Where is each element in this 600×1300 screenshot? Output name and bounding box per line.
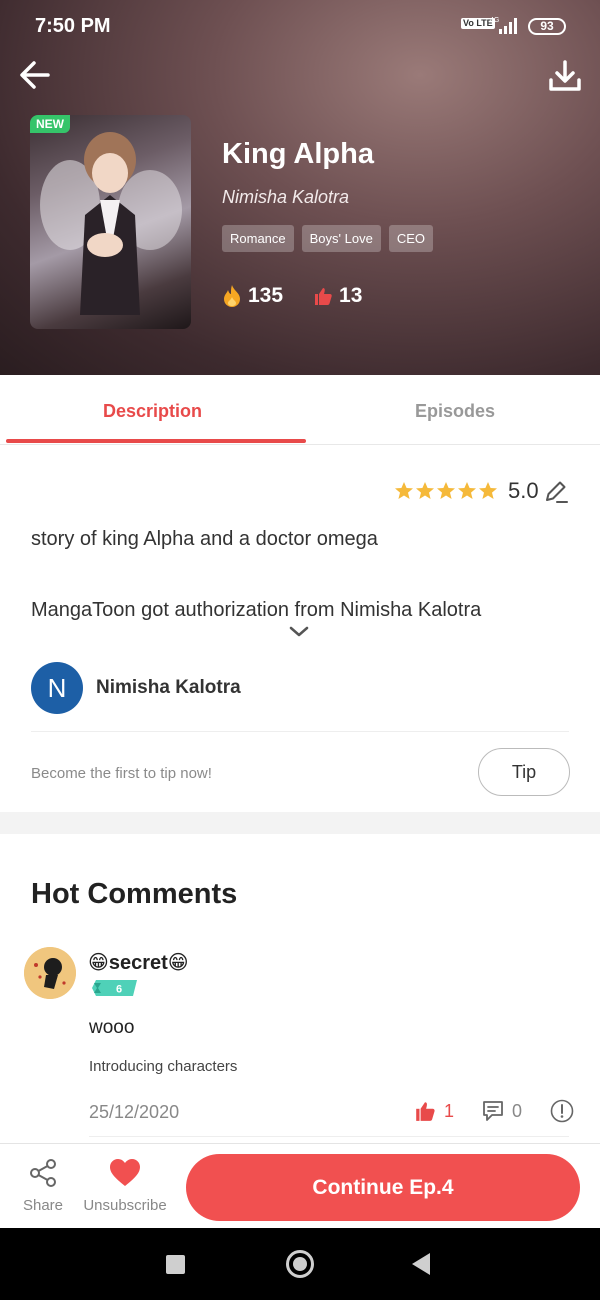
book-title: King Alpha <box>222 138 374 170</box>
continue-reading-button[interactable]: Continue Ep.4 <box>186 1154 580 1221</box>
report-icon[interactable] <box>550 1099 574 1123</box>
tag-ceo[interactable]: CEO <box>388 225 433 252</box>
flame-icon <box>224 285 240 307</box>
comment-text: wooo <box>89 1017 135 1038</box>
new-badge: NEW <box>30 115 70 133</box>
share-button[interactable]: Share <box>18 1158 68 1214</box>
tab-episodes[interactable]: Episodes <box>415 401 495 422</box>
rating-row: 5.0 <box>394 478 569 504</box>
user-avatar-image <box>24 947 76 999</box>
bottom-action-bar: Share Unsubscribe Continue Ep.4 <box>0 1143 600 1228</box>
description-line-2: MangaToon got authorization from Nimisha… <box>31 599 482 621</box>
signal-icon: 4G <box>490 17 517 34</box>
hot-stat: 135 <box>222 284 283 308</box>
unsubscribe-label: Unsubscribe <box>83 1197 167 1214</box>
share-icon <box>30 1159 56 1187</box>
book-stats: 135 13 <box>222 284 362 308</box>
tag-list: Romance Boys' Love CEO <box>222 225 433 252</box>
chevron-down-icon[interactable] <box>288 625 310 639</box>
tab-description[interactable]: Description <box>103 401 202 422</box>
author-avatar: N <box>31 662 83 714</box>
star-icon <box>479 482 497 499</box>
level-badge: 6 <box>92 980 137 996</box>
comment-reply-icon[interactable] <box>482 1100 504 1122</box>
hot-comments-title: Hot Comments <box>31 878 238 910</box>
system-navigation-bar <box>0 1228 600 1300</box>
star-icon <box>437 482 455 499</box>
comment-date: 25/12/2020 <box>89 1102 180 1122</box>
battery-indicator: 93 <box>528 18 566 35</box>
status-bar: 7:50 PM Vo LTE 4G 93 <box>0 0 600 52</box>
comment-actions: 1 0 <box>414 1099 574 1123</box>
tag-romance[interactable]: Romance <box>222 225 294 252</box>
star-icon <box>416 482 434 499</box>
like-count: 13 <box>339 284 363 307</box>
author-card[interactable]: N Nimisha Kalotra <box>31 662 241 714</box>
recents-icon[interactable] <box>166 1255 185 1274</box>
network-type: 4G <box>490 17 499 24</box>
comment-chapter[interactable]: Introducing characters <box>89 1058 237 1075</box>
book-header: 7:50 PM Vo LTE 4G 93 NEW King Alpha Nimi… <box>0 0 600 375</box>
thumbs-up-icon <box>315 288 332 305</box>
unsubscribe-button[interactable]: Unsubscribe <box>80 1158 170 1214</box>
tab-bar: Description Episodes <box>0 375 600 445</box>
star-icon <box>458 482 476 499</box>
share-label: Share <box>22 1197 64 1214</box>
divider <box>89 1136 569 1137</box>
cover-art <box>40 132 182 315</box>
back-arrow-icon[interactable] <box>16 56 56 96</box>
tip-button[interactable]: Tip <box>478 748 570 796</box>
book-author[interactable]: Nimisha Kalotra <box>222 187 349 208</box>
star-icon <box>395 482 413 499</box>
download-icon[interactable] <box>544 56 586 96</box>
book-cover[interactable]: NEW <box>30 115 191 329</box>
comment-username[interactable]: 😁secret😁 <box>88 950 189 975</box>
thumbs-up-icon[interactable] <box>414 1100 436 1122</box>
like-stat: 13 <box>313 284 362 308</box>
rating-value: 5.0 <box>508 478 539 503</box>
divider <box>31 731 569 732</box>
status-time: 7:50 PM <box>35 15 111 37</box>
back-icon[interactable] <box>412 1253 430 1275</box>
hot-count: 135 <box>248 284 284 307</box>
description-line-1: story of king Alpha and a doctor omega <box>31 528 378 550</box>
section-separator <box>0 812 600 834</box>
tip-prompt: Become the first to tip now! <box>31 765 212 782</box>
tag-boys-love[interactable]: Boys' Love <box>301 225 381 252</box>
avatar[interactable] <box>24 947 76 999</box>
comment-reply-count: 0 <box>512 1100 523 1121</box>
tab-indicator <box>6 439 306 443</box>
level-number: 6 <box>116 984 122 996</box>
rating-stars <box>394 481 498 501</box>
author-card-name: Nimisha Kalotra <box>96 677 241 698</box>
heart-icon <box>110 1159 140 1186</box>
home-icon[interactable] <box>286 1250 314 1278</box>
edit-pencil-icon[interactable] <box>543 478 569 504</box>
comment-like-count: 1 <box>444 1100 455 1121</box>
